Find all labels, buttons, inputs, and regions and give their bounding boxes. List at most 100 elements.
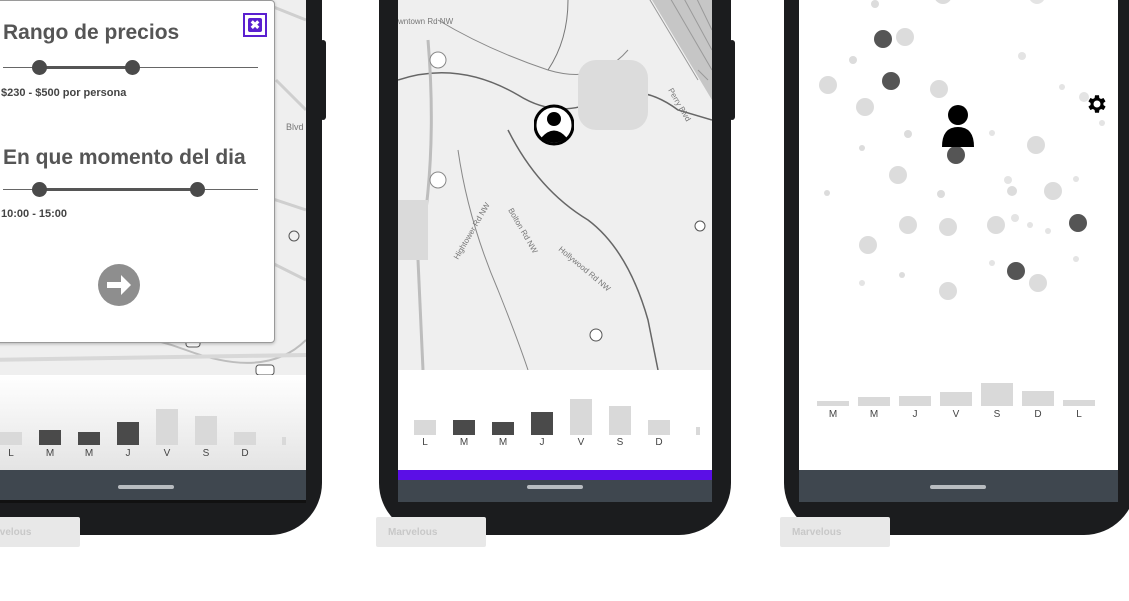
week-bar[interactable]: [981, 383, 1013, 406]
week-bar[interactable]: [570, 399, 592, 435]
decorative-dot: [896, 28, 914, 46]
watermark-3: Marvelous: [780, 517, 890, 547]
decorative-dot: [1007, 262, 1025, 280]
week-bar[interactable]: [282, 437, 286, 445]
week-bar[interactable]: [940, 392, 972, 406]
close-icon: ✖: [248, 18, 262, 32]
decorative-dot: [904, 130, 912, 138]
price-slider-max-handle[interactable]: [125, 60, 140, 75]
phone-side-button: [320, 40, 326, 120]
phone-side-button: [729, 40, 735, 120]
dot-field: [799, 0, 1118, 360]
price-range-value: $230 - $500 por persona: [1, 87, 127, 99]
decorative-dot: [824, 190, 830, 196]
price-slider-range: [39, 66, 133, 69]
svg-text:Blvd: Blvd: [286, 122, 304, 132]
person-marker[interactable]: [940, 103, 976, 149]
week-bar-label: L: [1076, 409, 1082, 420]
week-chart-3: MMJVSDL: [817, 360, 1107, 420]
android-nav-bar: [398, 480, 712, 502]
week-bar-label: M: [869, 409, 879, 420]
week-bar[interactable]: [195, 416, 217, 445]
week-bar[interactable]: [648, 420, 670, 435]
time-slider-min-handle[interactable]: [32, 182, 47, 197]
week-chart-panel: LMMJVSD: [0, 375, 306, 470]
week-bar-label: D: [655, 437, 663, 448]
decorative-dot: [989, 260, 995, 266]
decorative-dot: [1073, 176, 1079, 182]
price-slider-min-handle[interactable]: [32, 60, 47, 75]
screen-1: Blvd ✖ Rango de precios $230 - $500 por …: [0, 0, 306, 470]
week-bar[interactable]: [234, 432, 256, 445]
week-bar[interactable]: [78, 432, 100, 445]
week-bar-label: L: [422, 437, 428, 448]
week-bar[interactable]: [1063, 400, 1095, 406]
user-location-marker[interactable]: [533, 103, 575, 147]
decorative-dot: [1027, 136, 1045, 154]
svg-text:Hollywood Rd NW: Hollywood Rd NW: [557, 245, 613, 294]
decorative-dot: [939, 282, 957, 300]
week-bar[interactable]: [609, 406, 631, 435]
week-bar[interactable]: [492, 422, 514, 435]
home-indicator[interactable]: [527, 485, 583, 489]
week-bar-label: V: [577, 437, 585, 448]
next-button[interactable]: [97, 263, 141, 307]
decorative-dot: [1059, 84, 1065, 90]
time-range-value: 10:00 - 15:00: [1, 208, 68, 220]
week-bar[interactable]: [156, 409, 178, 445]
week-bar[interactable]: [696, 427, 700, 435]
decorative-dot: [1069, 214, 1087, 232]
decorative-dot: [989, 130, 995, 136]
week-bar-label: J: [912, 409, 918, 420]
decorative-dot: [930, 80, 948, 98]
decorative-dot: [859, 236, 877, 254]
week-bar[interactable]: [899, 396, 931, 406]
week-bar-label: S: [616, 437, 624, 448]
decorative-dot: [849, 56, 857, 64]
week-bar-label: D: [241, 448, 249, 459]
map-background: wntown Rd NW Hollywood Rd NW Hightower R…: [398, 0, 712, 370]
week-bar[interactable]: [531, 412, 553, 435]
price-range-title: Rango de precios: [3, 21, 180, 44]
time-slider-max-handle[interactable]: [190, 182, 205, 197]
week-chart-1: LMMJVSD: [0, 375, 300, 459]
week-bar-label: L: [8, 448, 14, 459]
decorative-dot: [934, 0, 952, 4]
week-bar-label: M: [84, 448, 94, 459]
week-bar-label: J: [125, 448, 131, 459]
user-circle-icon: [533, 104, 575, 146]
week-bar[interactable]: [0, 432, 22, 445]
decorative-dot: [1029, 274, 1047, 292]
close-button[interactable]: ✖: [243, 13, 267, 37]
decorative-dot: [859, 280, 865, 286]
week-bar[interactable]: [1022, 391, 1054, 406]
svg-text:Bolton Rd NW: Bolton Rd NW: [506, 207, 539, 256]
week-bar-label: M: [45, 448, 55, 459]
week-bar[interactable]: [39, 430, 61, 445]
arrow-right-circle-icon: [98, 264, 140, 306]
screen-3: MMJVSDL: [799, 0, 1118, 470]
week-bar-label: D: [1034, 409, 1042, 420]
home-indicator[interactable]: [930, 485, 986, 489]
decorative-dot: [1007, 186, 1017, 196]
decorative-dot: [1029, 0, 1045, 4]
week-bar[interactable]: [117, 422, 139, 445]
week-bar[interactable]: [858, 397, 890, 406]
decorative-dot: [937, 190, 945, 198]
decorative-dot: [1073, 256, 1079, 262]
week-bar[interactable]: [414, 420, 436, 435]
time-of-day-title: En que momento del dia: [3, 146, 246, 169]
phone-frame-3: MMJVSDL: [784, 0, 1129, 535]
week-bar-label: M: [828, 409, 838, 420]
week-bar[interactable]: [453, 420, 475, 435]
person-icon: [942, 105, 974, 147]
settings-button[interactable]: [1085, 92, 1109, 116]
map-roads: wntown Rd NW Hollywood Rd NW Hightower R…: [398, 0, 712, 370]
decorative-dot: [1027, 222, 1033, 228]
week-bar-label: S: [202, 448, 210, 459]
home-indicator[interactable]: [118, 485, 174, 489]
week-bar[interactable]: [817, 401, 849, 406]
decorative-dot: [819, 76, 837, 94]
decorative-dot: [856, 98, 874, 116]
week-bar-label: M: [498, 437, 508, 448]
